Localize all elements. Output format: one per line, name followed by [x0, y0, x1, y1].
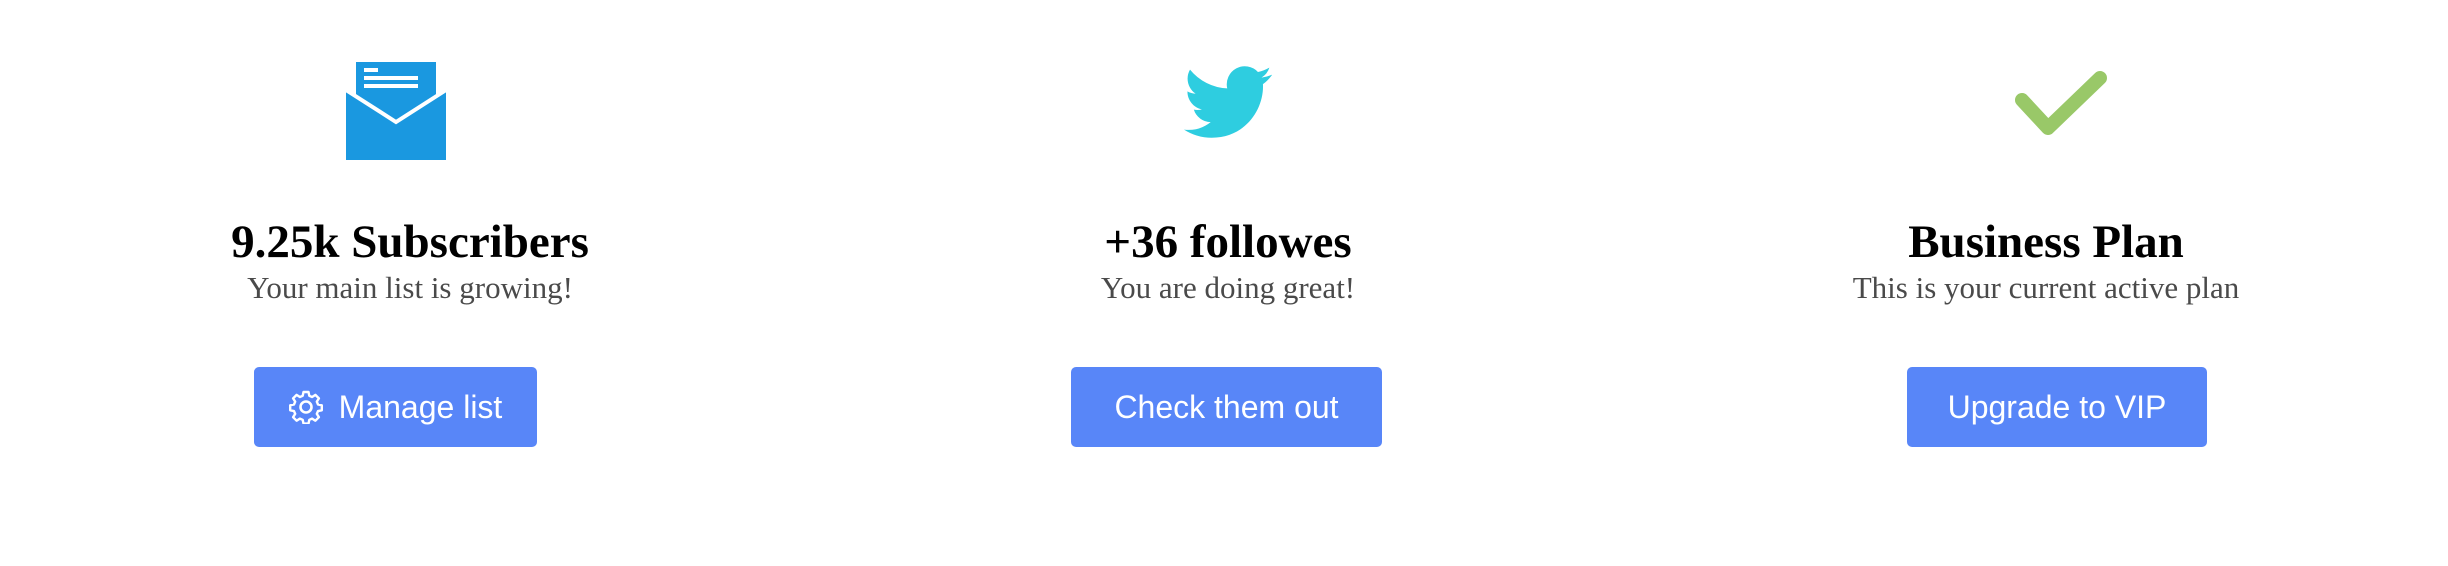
manage-list-label: Manage list [338, 388, 503, 425]
manage-list-button[interactable]: Manage list [254, 367, 537, 447]
followers-subtitle: You are doing great! [1100, 270, 1356, 305]
check-them-out-button[interactable]: Check them out [1071, 367, 1382, 447]
plan-card: Business Plan This is your current activ… [1636, 0, 2448, 566]
plan-subtitle: This is your current active plan [1852, 270, 2240, 305]
gear-icon [288, 390, 323, 424]
subscribers-card: 9.25k Subscribers Your main list is grow… [0, 0, 820, 566]
followers-card: +36 followes You are doing great! Check … [818, 0, 1638, 566]
followers-count-title: +36 followes [1104, 216, 1352, 268]
upgrade-vip-label: Upgrade to VIP [1947, 388, 2167, 425]
check-them-out-label: Check them out [1114, 388, 1339, 425]
subscribers-count-title: 9.25k Subscribers [231, 216, 589, 268]
mail-open-icon [346, 62, 446, 160]
plan-title: Business Plan [1908, 216, 2184, 268]
checkmark-icon [2015, 71, 2107, 135]
twitter-bird-icon [1184, 66, 1272, 138]
upgrade-vip-button[interactable]: Upgrade to VIP [1907, 367, 2207, 447]
subscribers-subtitle: Your main list is growing! [247, 270, 573, 305]
